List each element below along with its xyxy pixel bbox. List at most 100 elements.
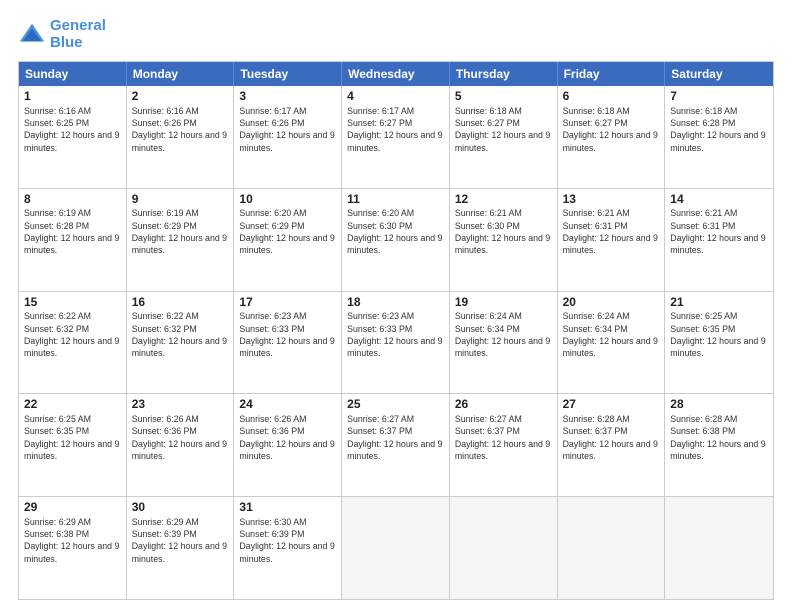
header-day-tuesday: Tuesday: [234, 62, 342, 86]
day-number: 28: [670, 397, 768, 413]
day-cell-5: 5 Sunrise: 6:18 AMSunset: 6:27 PMDayligh…: [450, 86, 558, 188]
day-info: Sunrise: 6:30 AMSunset: 6:39 PMDaylight:…: [239, 517, 334, 564]
day-info: Sunrise: 6:17 AMSunset: 6:26 PMDaylight:…: [239, 106, 334, 153]
empty-cell: [558, 497, 666, 599]
day-number: 2: [132, 89, 229, 105]
calendar-row-3: 15 Sunrise: 6:22 AMSunset: 6:32 PMDaylig…: [19, 291, 773, 394]
day-info: Sunrise: 6:19 AMSunset: 6:28 PMDaylight:…: [24, 208, 119, 255]
calendar-row-5: 29 Sunrise: 6:29 AMSunset: 6:38 PMDaylig…: [19, 496, 773, 599]
day-cell-1: 1 Sunrise: 6:16 AMSunset: 6:25 PMDayligh…: [19, 86, 127, 188]
day-cell-25: 25 Sunrise: 6:27 AMSunset: 6:37 PMDaylig…: [342, 394, 450, 496]
day-info: Sunrise: 6:25 AMSunset: 6:35 PMDaylight:…: [670, 311, 765, 358]
header-day-wednesday: Wednesday: [342, 62, 450, 86]
header-day-friday: Friday: [558, 62, 666, 86]
day-info: Sunrise: 6:17 AMSunset: 6:27 PMDaylight:…: [347, 106, 442, 153]
day-cell-8: 8 Sunrise: 6:19 AMSunset: 6:28 PMDayligh…: [19, 189, 127, 291]
day-info: Sunrise: 6:26 AMSunset: 6:36 PMDaylight:…: [239, 414, 334, 461]
day-info: Sunrise: 6:21 AMSunset: 6:31 PMDaylight:…: [670, 208, 765, 255]
day-number: 30: [132, 500, 229, 516]
day-info: Sunrise: 6:20 AMSunset: 6:29 PMDaylight:…: [239, 208, 334, 255]
day-number: 4: [347, 89, 444, 105]
day-cell-12: 12 Sunrise: 6:21 AMSunset: 6:30 PMDaylig…: [450, 189, 558, 291]
day-number: 24: [239, 397, 336, 413]
header-day-sunday: Sunday: [19, 62, 127, 86]
day-cell-14: 14 Sunrise: 6:21 AMSunset: 6:31 PMDaylig…: [665, 189, 773, 291]
day-cell-16: 16 Sunrise: 6:22 AMSunset: 6:32 PMDaylig…: [127, 292, 235, 394]
day-number: 19: [455, 295, 552, 311]
day-cell-21: 21 Sunrise: 6:25 AMSunset: 6:35 PMDaylig…: [665, 292, 773, 394]
day-info: Sunrise: 6:26 AMSunset: 6:36 PMDaylight:…: [132, 414, 227, 461]
day-cell-29: 29 Sunrise: 6:29 AMSunset: 6:38 PMDaylig…: [19, 497, 127, 599]
day-info: Sunrise: 6:22 AMSunset: 6:32 PMDaylight:…: [132, 311, 227, 358]
day-cell-15: 15 Sunrise: 6:22 AMSunset: 6:32 PMDaylig…: [19, 292, 127, 394]
empty-cell: [450, 497, 558, 599]
day-info: Sunrise: 6:16 AMSunset: 6:25 PMDaylight:…: [24, 106, 119, 153]
day-info: Sunrise: 6:16 AMSunset: 6:26 PMDaylight:…: [132, 106, 227, 153]
day-cell-3: 3 Sunrise: 6:17 AMSunset: 6:26 PMDayligh…: [234, 86, 342, 188]
day-number: 14: [670, 192, 768, 208]
day-cell-20: 20 Sunrise: 6:24 AMSunset: 6:34 PMDaylig…: [558, 292, 666, 394]
day-cell-4: 4 Sunrise: 6:17 AMSunset: 6:27 PMDayligh…: [342, 86, 450, 188]
day-info: Sunrise: 6:23 AMSunset: 6:33 PMDaylight:…: [239, 311, 334, 358]
calendar-header: SundayMondayTuesdayWednesdayThursdayFrid…: [19, 62, 773, 86]
day-cell-26: 26 Sunrise: 6:27 AMSunset: 6:37 PMDaylig…: [450, 394, 558, 496]
day-number: 25: [347, 397, 444, 413]
day-number: 31: [239, 500, 336, 516]
day-number: 29: [24, 500, 121, 516]
day-number: 9: [132, 192, 229, 208]
day-number: 7: [670, 89, 768, 105]
day-info: Sunrise: 6:19 AMSunset: 6:29 PMDaylight:…: [132, 208, 227, 255]
logo-icon: [18, 21, 46, 49]
day-info: Sunrise: 6:29 AMSunset: 6:38 PMDaylight:…: [24, 517, 119, 564]
day-info: Sunrise: 6:28 AMSunset: 6:37 PMDaylight:…: [563, 414, 658, 461]
day-cell-22: 22 Sunrise: 6:25 AMSunset: 6:35 PMDaylig…: [19, 394, 127, 496]
day-cell-19: 19 Sunrise: 6:24 AMSunset: 6:34 PMDaylig…: [450, 292, 558, 394]
header-day-thursday: Thursday: [450, 62, 558, 86]
day-number: 12: [455, 192, 552, 208]
page: General Blue SundayMondayTuesdayWednesda…: [0, 0, 792, 612]
day-number: 20: [563, 295, 660, 311]
day-cell-23: 23 Sunrise: 6:26 AMSunset: 6:36 PMDaylig…: [127, 394, 235, 496]
day-number: 23: [132, 397, 229, 413]
header-day-saturday: Saturday: [665, 62, 773, 86]
day-cell-2: 2 Sunrise: 6:16 AMSunset: 6:26 PMDayligh…: [127, 86, 235, 188]
day-info: Sunrise: 6:22 AMSunset: 6:32 PMDaylight:…: [24, 311, 119, 358]
calendar: SundayMondayTuesdayWednesdayThursdayFrid…: [18, 61, 774, 600]
day-cell-30: 30 Sunrise: 6:29 AMSunset: 6:39 PMDaylig…: [127, 497, 235, 599]
day-number: 16: [132, 295, 229, 311]
day-info: Sunrise: 6:21 AMSunset: 6:31 PMDaylight:…: [563, 208, 658, 255]
day-cell-17: 17 Sunrise: 6:23 AMSunset: 6:33 PMDaylig…: [234, 292, 342, 394]
day-number: 10: [239, 192, 336, 208]
calendar-row-2: 8 Sunrise: 6:19 AMSunset: 6:28 PMDayligh…: [19, 188, 773, 291]
day-info: Sunrise: 6:20 AMSunset: 6:30 PMDaylight:…: [347, 208, 442, 255]
day-info: Sunrise: 6:28 AMSunset: 6:38 PMDaylight:…: [670, 414, 765, 461]
day-info: Sunrise: 6:21 AMSunset: 6:30 PMDaylight:…: [455, 208, 550, 255]
calendar-row-1: 1 Sunrise: 6:16 AMSunset: 6:25 PMDayligh…: [19, 86, 773, 188]
day-cell-6: 6 Sunrise: 6:18 AMSunset: 6:27 PMDayligh…: [558, 86, 666, 188]
day-cell-28: 28 Sunrise: 6:28 AMSunset: 6:38 PMDaylig…: [665, 394, 773, 496]
day-cell-13: 13 Sunrise: 6:21 AMSunset: 6:31 PMDaylig…: [558, 189, 666, 291]
day-info: Sunrise: 6:23 AMSunset: 6:33 PMDaylight:…: [347, 311, 442, 358]
day-number: 1: [24, 89, 121, 105]
day-number: 3: [239, 89, 336, 105]
day-number: 8: [24, 192, 121, 208]
day-cell-11: 11 Sunrise: 6:20 AMSunset: 6:30 PMDaylig…: [342, 189, 450, 291]
day-number: 15: [24, 295, 121, 311]
calendar-row-4: 22 Sunrise: 6:25 AMSunset: 6:35 PMDaylig…: [19, 393, 773, 496]
day-number: 11: [347, 192, 444, 208]
day-info: Sunrise: 6:25 AMSunset: 6:35 PMDaylight:…: [24, 414, 119, 461]
day-number: 22: [24, 397, 121, 413]
day-info: Sunrise: 6:24 AMSunset: 6:34 PMDaylight:…: [563, 311, 658, 358]
day-info: Sunrise: 6:18 AMSunset: 6:27 PMDaylight:…: [563, 106, 658, 153]
day-info: Sunrise: 6:27 AMSunset: 6:37 PMDaylight:…: [347, 414, 442, 461]
empty-cell: [665, 497, 773, 599]
day-info: Sunrise: 6:27 AMSunset: 6:37 PMDaylight:…: [455, 414, 550, 461]
logo-text: General Blue: [50, 18, 106, 51]
day-cell-9: 9 Sunrise: 6:19 AMSunset: 6:29 PMDayligh…: [127, 189, 235, 291]
calendar-body: 1 Sunrise: 6:16 AMSunset: 6:25 PMDayligh…: [19, 86, 773, 599]
day-number: 18: [347, 295, 444, 311]
day-number: 13: [563, 192, 660, 208]
empty-cell: [342, 497, 450, 599]
day-number: 17: [239, 295, 336, 311]
day-number: 5: [455, 89, 552, 105]
